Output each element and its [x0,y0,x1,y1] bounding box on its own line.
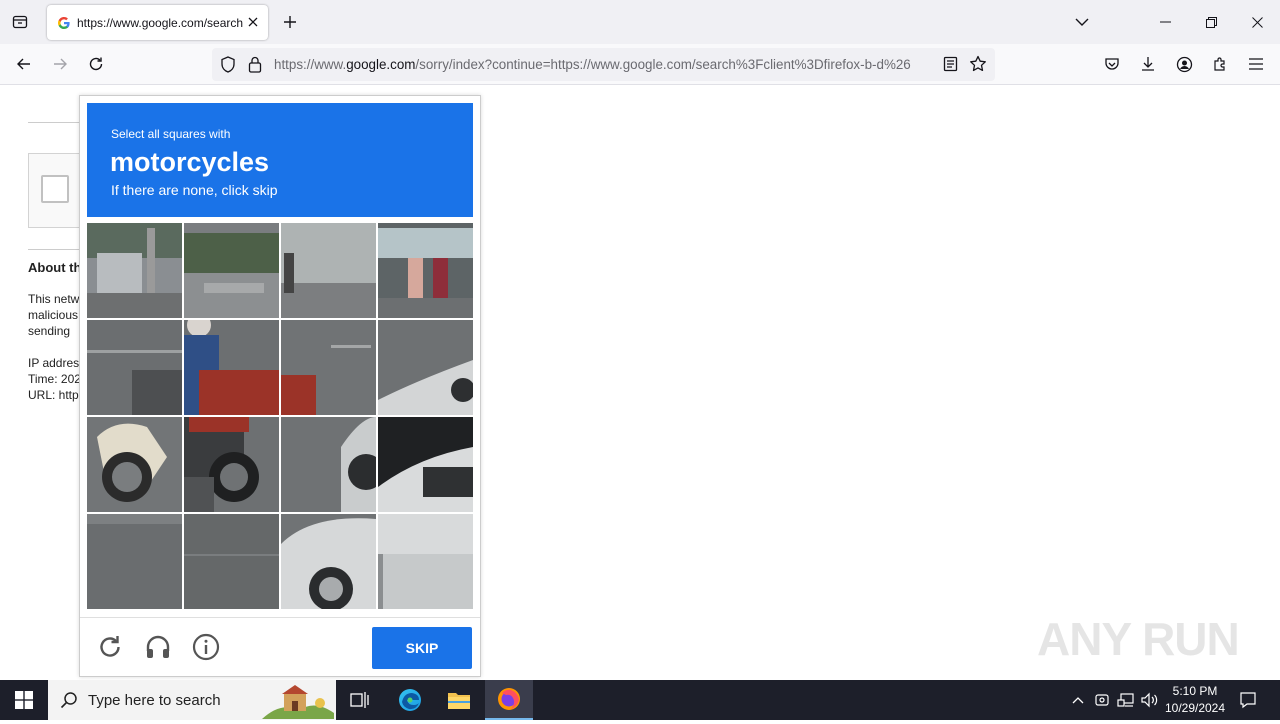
time-line: Time: 2024 [28,372,80,386]
image-tile[interactable] [184,320,279,415]
close-tab-icon[interactable] [244,13,262,31]
image-tile[interactable] [281,417,376,512]
image-grid [87,223,473,609]
windows-start-icon[interactable] [0,680,48,720]
tracking-protection-icon[interactable] [220,56,236,78]
challenge-footer: SKIP [80,617,480,676]
volume-icon[interactable] [1140,690,1160,710]
search-icon [60,691,78,714]
search-placeholder: Type here to search [88,692,221,709]
image-tile[interactable] [87,320,182,415]
taskbar-clock[interactable]: 5:10 PM 10/29/2024 [1160,683,1230,717]
recaptcha-checkbox[interactable] [41,175,69,203]
minimize-icon[interactable] [1142,0,1188,44]
image-tile[interactable] [378,320,473,415]
info-icon[interactable] [191,632,221,662]
challenge-target: motorcycles [110,147,270,177]
ip-address-line: IP address [28,356,80,370]
meet-now-icon[interactable] [1092,690,1112,710]
anyrun-watermark: ANY RUN [1037,613,1240,665]
account-icon[interactable] [1172,52,1196,76]
notification-center-icon[interactable] [1236,688,1260,712]
image-tile[interactable] [378,514,473,609]
challenge-prompt: Select all squares with [111,127,231,141]
reload-icon[interactable] [84,52,108,76]
browser-tab[interactable]: https://www.google.com/search? [47,5,268,40]
recaptcha-challenge: Select all squares with motorcycles If t… [79,95,481,677]
clock-time: 5:10 PM [1172,684,1218,698]
url-line: URL: http [28,388,79,402]
back-icon[interactable] [12,52,36,76]
skip-button[interactable]: SKIP [372,627,472,669]
challenge-header: Select all squares with motorcycles If t… [87,103,473,217]
list-all-tabs-icon[interactable] [1070,10,1094,34]
network-icon[interactable] [1116,690,1136,710]
address-bar[interactable]: https://www.google.com/sorry/index?conti… [212,48,995,81]
show-hidden-icons[interactable] [1068,690,1088,710]
tab-strip: https://www.google.com/search? [0,0,1280,44]
audio-challenge-icon[interactable] [143,632,173,662]
file-explorer-icon[interactable] [435,680,483,720]
search-highlight-art [262,683,334,719]
clock-date: 10/29/2024 [1164,701,1226,715]
page-text-line: sending [28,324,71,338]
taskbar: Type here to search 5:10 PM 10/29/2024 [0,680,1280,720]
restore-icon[interactable] [1188,0,1234,44]
image-tile[interactable] [184,223,279,318]
tab-title: https://www.google.com/search? [77,15,243,30]
page-text-line: This network [28,292,80,306]
bookmark-star-icon[interactable] [969,55,987,78]
reload-challenge-icon[interactable] [95,632,125,662]
image-tile[interactable] [184,514,279,609]
firefox-icon[interactable] [485,680,533,720]
page-heading: About this page [28,260,80,275]
menu-icon[interactable] [1244,52,1268,76]
image-tile[interactable] [87,417,182,512]
reader-view-icon[interactable] [943,56,958,77]
lock-icon[interactable] [248,56,262,78]
image-tile[interactable] [281,320,376,415]
url-domain: google.com [346,57,416,72]
taskbar-search[interactable]: Type here to search [48,680,336,720]
edge-icon[interactable] [386,680,434,720]
image-tile[interactable] [378,417,473,512]
new-tab-icon[interactable] [278,10,302,34]
forward-icon[interactable] [48,52,72,76]
downloads-icon[interactable] [1136,52,1160,76]
navigation-toolbar: https://www.google.com/sorry/index?conti… [0,44,1280,85]
pocket-icon[interactable] [1100,52,1124,76]
firefox-view-icon[interactable] [8,10,32,34]
task-view-icon[interactable] [336,680,384,720]
extensions-icon[interactable] [1208,52,1232,76]
google-g-icon [56,15,72,31]
image-tile[interactable] [184,417,279,512]
image-tile[interactable] [281,514,376,609]
url-prefix: https://www. [274,57,347,72]
page-text-line: malicious [28,308,79,322]
image-tile[interactable] [87,223,182,318]
challenge-hint: If there are none, click skip [111,182,278,198]
image-tile[interactable] [87,514,182,609]
url-text[interactable]: https://www.google.com/sorry/index?conti… [274,57,934,72]
image-tile[interactable] [378,223,473,318]
url-path: /sorry/index?continue=https://www.google… [415,57,911,72]
close-window-icon[interactable] [1234,0,1280,44]
image-tile[interactable] [281,223,376,318]
